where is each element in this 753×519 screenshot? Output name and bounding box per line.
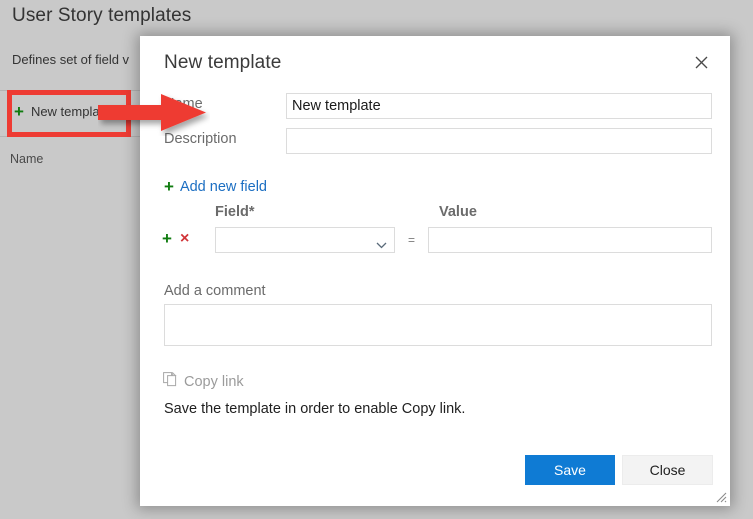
close-icon[interactable] xyxy=(686,48,716,76)
field-select-dropdown[interactable] xyxy=(215,227,395,253)
field-column-header: Field* xyxy=(215,204,255,220)
description-row: Description xyxy=(164,128,712,154)
resize-grip-icon[interactable] xyxy=(713,489,727,503)
copy-icon xyxy=(163,371,177,392)
page-title: User Story templates xyxy=(12,5,192,26)
column-header-name: Name xyxy=(10,152,44,166)
copy-link-label: Copy link xyxy=(184,374,244,390)
remove-field-row-icon[interactable]: × xyxy=(180,229,189,249)
field-row: + × = xyxy=(162,227,712,255)
description-input[interactable] xyxy=(286,128,712,154)
chevron-down-icon xyxy=(376,236,387,254)
page-subtitle: Defines set of field v xyxy=(12,52,130,67)
name-label: Name xyxy=(164,96,203,112)
field-value-input[interactable] xyxy=(428,227,712,253)
description-label: Description xyxy=(164,131,237,147)
add-new-field-label: Add new field xyxy=(179,178,267,195)
name-input[interactable] xyxy=(286,93,712,119)
copy-link-hint: Save the template in order to enable Cop… xyxy=(164,401,466,417)
dialog-title: New template xyxy=(164,52,282,73)
value-column-header: Value xyxy=(439,204,477,220)
name-row: Name xyxy=(164,93,712,119)
copy-link-button[interactable]: Copy link xyxy=(163,371,244,392)
comment-label: Add a comment xyxy=(164,283,266,299)
plus-icon: + xyxy=(164,177,174,196)
new-template-button[interactable]: + New template xyxy=(14,103,110,120)
close-button[interactable]: Close xyxy=(622,455,713,485)
new-template-dialog: New template Name Description + Add new … xyxy=(140,36,730,506)
plus-icon: + xyxy=(14,102,24,121)
save-button[interactable]: Save xyxy=(525,455,615,485)
add-new-field-link[interactable]: + Add new field xyxy=(164,178,267,195)
equals-separator: = xyxy=(408,233,416,247)
comment-textarea[interactable] xyxy=(164,304,712,346)
add-field-row-icon[interactable]: + xyxy=(162,229,172,249)
new-template-button-label: New template xyxy=(30,104,111,119)
